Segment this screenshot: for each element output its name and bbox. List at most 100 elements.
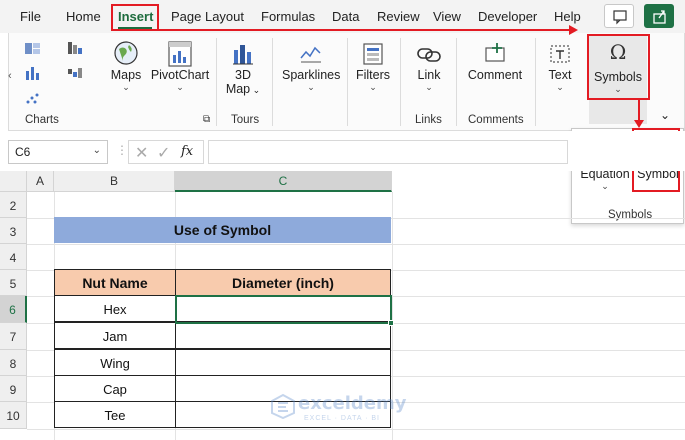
row-header-5[interactable]: 5 — [0, 270, 27, 296]
formula-buttons: ✕ ✓ fx — [128, 140, 204, 164]
charts-dialog-launcher-icon[interactable]: ⧉ — [203, 114, 210, 125]
text-label: Text — [548, 68, 572, 82]
text-box-icon — [550, 45, 570, 63]
scatter-chart-icon[interactable] — [24, 90, 42, 106]
tab-data[interactable]: Data — [332, 9, 359, 24]
name-box[interactable]: C6 ⌄ — [8, 140, 108, 164]
text-button[interactable]: Text ⌄ — [544, 40, 576, 92]
row-header-6[interactable]: 6 — [0, 296, 27, 323]
tab-home[interactable]: Home — [66, 9, 101, 24]
chevron-down-icon: ⌄ — [369, 82, 377, 92]
insert-function-icon[interactable]: fx — [181, 144, 193, 159]
table-cell-nut-name[interactable]: Tee — [54, 401, 176, 428]
watermark-tagline: EXCEL · DATA · BI — [304, 415, 380, 422]
column-chart-icon[interactable] — [24, 40, 42, 56]
fill-handle[interactable] — [388, 320, 394, 326]
row-header-4[interactable]: 4 — [0, 244, 27, 270]
ribbon-collapse-chevron-icon[interactable]: ⌄ — [655, 108, 675, 122]
hierarchy-chart-icon[interactable] — [66, 40, 84, 56]
comments-group-label: Comments — [468, 114, 524, 126]
chevron-down-icon: ⌄ — [425, 82, 433, 92]
3d-map-button[interactable]: 3D Map ⌄ — [224, 40, 262, 96]
tab-formulas[interactable]: Formulas — [261, 9, 315, 24]
tab-help[interactable]: Help — [554, 9, 581, 24]
cancel-icon[interactable]: ✕ — [135, 143, 148, 163]
slicer-icon — [363, 43, 383, 65]
watermark: exceldemy EXCEL · DATA · BI — [270, 393, 406, 422]
link-button[interactable]: Link ⌄ — [412, 40, 446, 92]
table-cell-diameter[interactable] — [175, 349, 391, 376]
tab-review[interactable]: Review — [377, 9, 420, 24]
sparklines-label: Sparklines — [282, 68, 341, 82]
tab-file[interactable]: File — [20, 9, 41, 24]
ribbon-scroll-left-icon[interactable]: ‹ — [8, 70, 12, 82]
active-cell-c6[interactable] — [175, 295, 392, 324]
globe-icon — [114, 41, 138, 65]
3d-map-label-line2: Map — [225, 82, 251, 96]
3d-map-icon — [233, 45, 253, 65]
confirm-icon[interactable]: ✓ — [157, 143, 170, 163]
chevron-down-icon[interactable]: ⌄ — [93, 145, 101, 156]
header-diameter[interactable]: Diameter (inch) — [175, 269, 391, 296]
table-cell-diameter[interactable] — [175, 322, 391, 349]
sparklines-button[interactable]: Sparklines ⌄ — [282, 40, 340, 92]
row-header-8[interactable]: 8 — [0, 350, 27, 376]
ribbon-separator — [400, 38, 401, 126]
waterfall-chart-icon[interactable] — [66, 65, 84, 81]
table-cell-nut-name[interactable]: Wing — [54, 349, 176, 376]
tab-view[interactable]: View — [433, 9, 461, 24]
table-cell-nut-name[interactable]: Jam — [54, 322, 176, 349]
active-tab-underline — [118, 27, 152, 29]
row-header-7[interactable]: 7 — [0, 323, 27, 350]
formula-input[interactable] — [208, 140, 568, 164]
link-label: Link — [417, 68, 441, 82]
ribbon-separator — [216, 38, 217, 126]
omega-icon: Ω — [609, 40, 627, 64]
row-header-2[interactable]: 2 — [0, 192, 27, 218]
comment-button[interactable]: Comment — [464, 40, 526, 82]
maps-button[interactable]: Maps ⌄ — [108, 40, 144, 92]
drag-handle-icon[interactable]: ⋮ — [116, 143, 128, 157]
insert-to-symbols-arrow-icon — [158, 25, 578, 35]
filters-label: Filters — [355, 68, 391, 82]
symbols-to-symbol-arrow-icon — [634, 100, 644, 128]
links-group-label: Links — [415, 114, 442, 126]
maps-label: Maps — [110, 68, 142, 82]
chevron-down-icon: ⌄ — [122, 82, 130, 92]
share-icon — [653, 10, 666, 24]
tab-developer[interactable]: Developer — [478, 9, 537, 24]
column-header-b[interactable]: B — [54, 171, 175, 192]
comments-button[interactable] — [604, 4, 634, 28]
select-all-corner[interactable] — [0, 171, 27, 192]
share-button[interactable] — [644, 4, 674, 28]
sheet-title-cell[interactable]: Use of Symbol — [54, 217, 391, 243]
symbols-group-label: Symbols — [608, 209, 653, 221]
tab-page-layout[interactable]: Page Layout — [171, 9, 244, 24]
row-header-10[interactable]: 10 — [0, 402, 27, 429]
column-header-c[interactable]: C — [175, 171, 392, 192]
row-header-3[interactable]: 3 — [0, 218, 27, 244]
ribbon-separator — [535, 38, 536, 126]
pivotchart-button[interactable]: PivotChart ⌄ — [148, 40, 212, 92]
ribbon-separator — [347, 38, 348, 126]
comment-icon — [613, 10, 627, 25]
chevron-down-icon: ⌄ — [307, 82, 315, 92]
exceldemy-logo-icon — [271, 393, 295, 420]
chevron-down-icon: ⌄ — [176, 82, 184, 92]
filters-button[interactable]: Filters ⌄ — [354, 40, 392, 92]
symbols-label: Symbols — [594, 70, 642, 84]
table-cell-nut-name[interactable]: Cap — [54, 375, 176, 402]
row-header-9[interactable]: 9 — [0, 376, 27, 402]
new-comment-icon — [485, 43, 505, 62]
column-header-a[interactable]: A — [27, 171, 54, 192]
chevron-down-icon: ⌄ — [601, 181, 609, 191]
3d-map-label-line1: 3D — [235, 68, 251, 82]
pivotchart-icon — [168, 41, 192, 67]
header-nut-name[interactable]: Nut Name — [54, 269, 176, 296]
table-cell-nut-name[interactable]: Hex — [54, 295, 176, 322]
gridline — [27, 244, 685, 245]
tab-insert[interactable]: Insert — [118, 9, 153, 24]
bar-chart-icon[interactable] — [24, 65, 42, 81]
charts-group-label: Charts — [25, 114, 59, 126]
ribbon-separator — [456, 38, 457, 126]
